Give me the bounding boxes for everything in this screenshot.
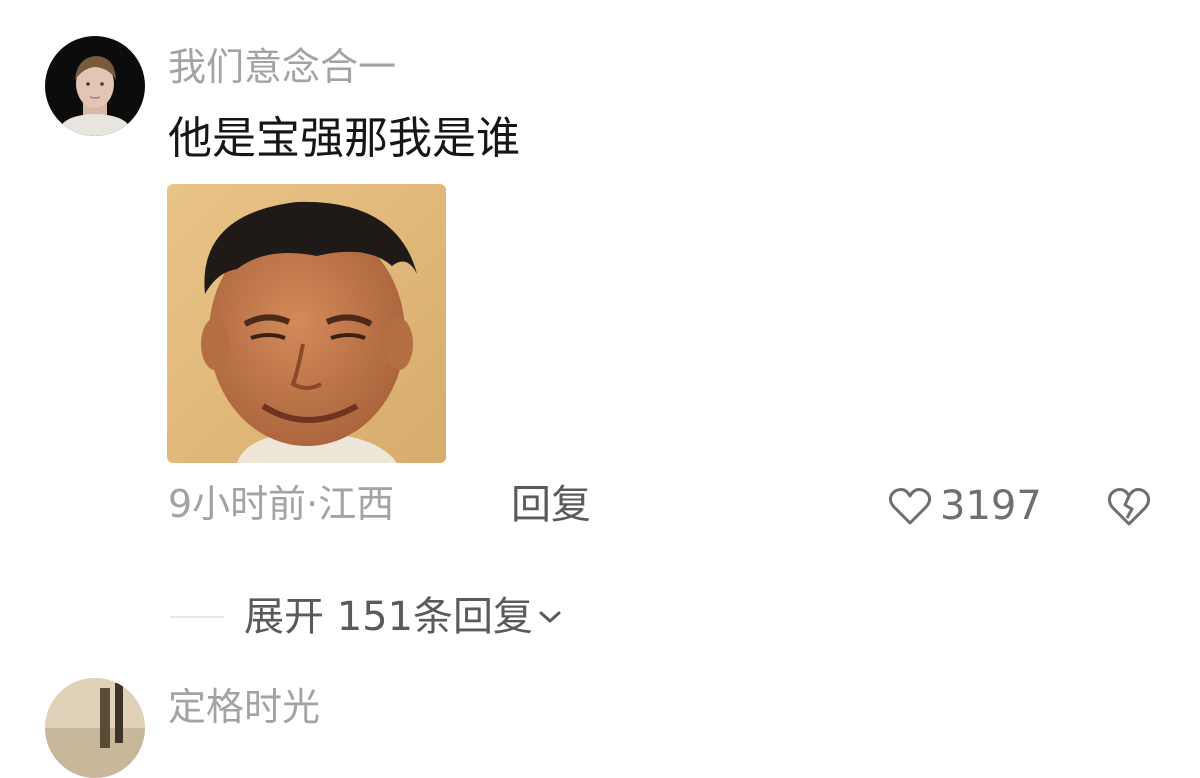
dislike-button[interactable] — [1106, 484, 1152, 528]
divider — [170, 616, 224, 618]
comment-meme-image[interactable] — [167, 184, 446, 463]
avatar[interactable] — [45, 36, 145, 136]
chevron-down-icon — [539, 611, 561, 623]
username[interactable]: 我们意念合一 — [168, 48, 396, 86]
username[interactable]: 定格时光 — [168, 688, 320, 726]
heart-outline-icon[interactable] — [888, 486, 932, 526]
expand-replies-button[interactable]: 展开 151条回复 — [170, 592, 563, 642]
comment-meta: 9小时前·江西 — [168, 482, 395, 526]
reply-button[interactable]: 回复 — [511, 485, 591, 525]
expand-replies-label: 展开 151条回复 — [244, 594, 534, 640]
comment-text: 他是宝强那我是谁 — [168, 113, 520, 164]
like-count: 3197 — [940, 483, 1042, 529]
avatar[interactable] — [45, 678, 145, 778]
broken-heart-icon[interactable] — [1106, 484, 1152, 528]
like-button[interactable]: 3197 — [888, 482, 1042, 530]
